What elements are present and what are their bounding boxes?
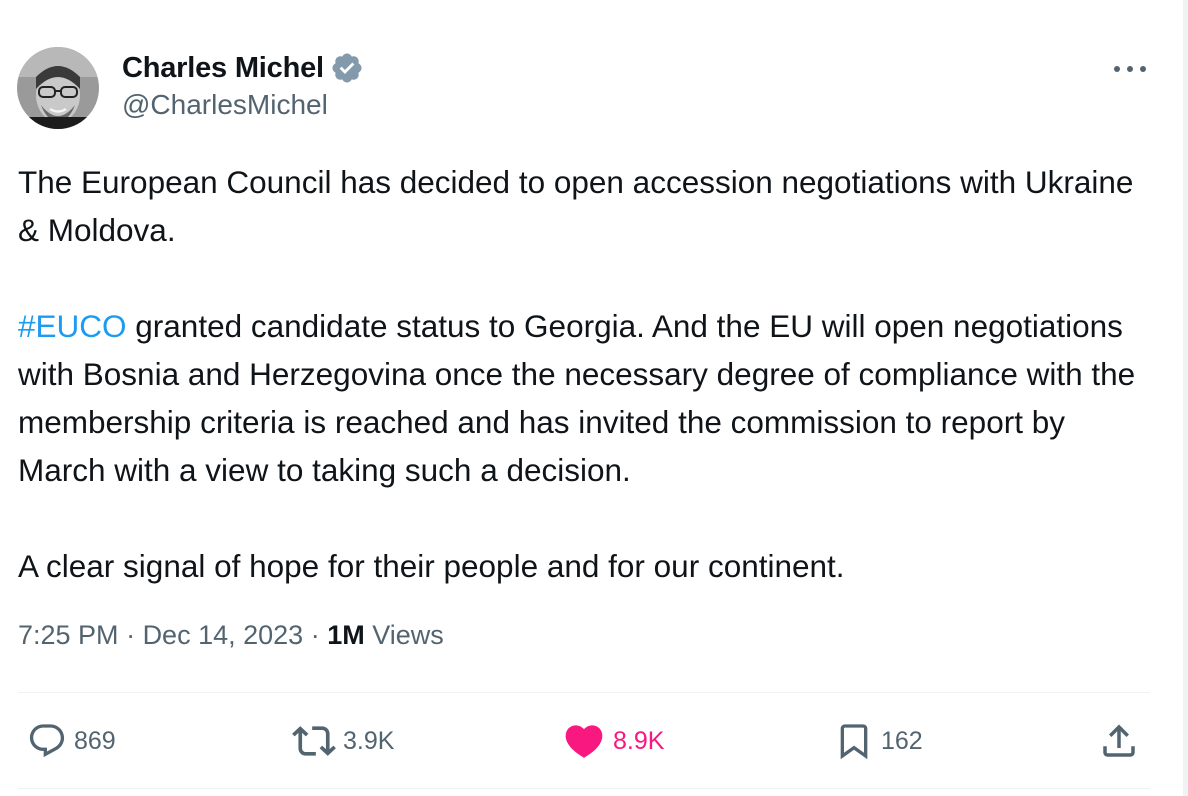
share-icon	[1098, 720, 1140, 762]
verified-badge-icon[interactable]	[330, 51, 364, 85]
reply-icon	[27, 721, 67, 761]
bookmark-button[interactable]: 162	[834, 716, 923, 766]
author-display-name[interactable]: Charles Michel	[122, 52, 324, 85]
views-label: Views	[364, 620, 444, 650]
repost-icon	[292, 719, 336, 763]
divider	[18, 788, 1150, 789]
panel-border	[1183, 0, 1188, 796]
tweet-paragraph-1: The European Council has decided to open…	[18, 164, 1134, 248]
tweet-text: The European Council has decided to open…	[18, 158, 1158, 590]
dot	[1114, 66, 1120, 72]
tweet-card: Charles Michel @CharlesMichel The Europe…	[0, 0, 1188, 796]
like-button[interactable]: 8.9K	[562, 716, 664, 766]
author-avatar[interactable]	[17, 47, 99, 129]
bookmark-count: 162	[881, 726, 923, 755]
share-button[interactable]	[1098, 716, 1140, 766]
repost-button[interactable]: 3.9K	[292, 716, 394, 766]
tweet-paragraph-2-text: granted candidate status to Georgia. And…	[18, 308, 1136, 488]
tweet-time[interactable]: 7:25 PM	[18, 620, 119, 650]
more-options-icon[interactable]	[1110, 56, 1150, 82]
tweet-paragraph-3: A clear signal of hope for their people …	[18, 548, 845, 584]
reply-button[interactable]: 869	[27, 716, 116, 766]
dot	[1140, 66, 1146, 72]
like-count: 8.9K	[613, 726, 665, 755]
tweet-date[interactable]: Dec 14, 2023	[143, 620, 304, 650]
heart-filled-icon	[562, 719, 606, 763]
author-handle[interactable]: @CharlesMichel	[122, 89, 328, 121]
avatar-photo-icon	[17, 47, 99, 129]
views-count[interactable]: 1M	[327, 620, 365, 650]
tweet-paragraph-2: #EUCO granted candidate status to Georgi…	[18, 302, 1158, 494]
dot	[1127, 66, 1133, 72]
meta-separator: ·	[303, 620, 328, 650]
hashtag-link[interactable]: #EUCO	[18, 308, 127, 344]
reply-count: 869	[74, 726, 116, 755]
repost-count: 3.9K	[343, 726, 395, 755]
meta-separator: ·	[118, 620, 143, 650]
tweet-meta: 7:25 PM · Dec 14, 2023 · 1M Views	[18, 620, 444, 651]
bookmark-icon	[834, 719, 874, 763]
author-name-row: Charles Michel	[122, 50, 364, 86]
divider	[18, 692, 1150, 693]
